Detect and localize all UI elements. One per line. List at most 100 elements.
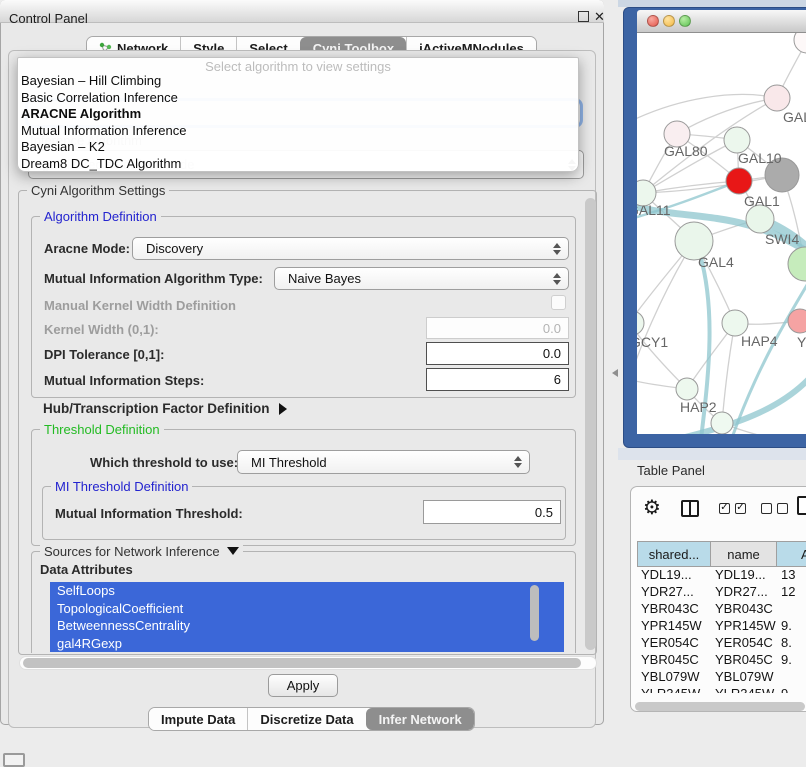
mi-steps-label: Mutual Information Steps: [44,373,204,388]
dropdown-item[interactable]: Bayesian – Hill Climbing [18,73,578,90]
table-cell: YBR045C [641,652,711,667]
network-edge[interactable] [637,241,694,393]
mi-steps-field[interactable]: 6 [426,368,569,391]
attribute-list-item[interactable]: gal4RGexp [50,635,564,653]
checked-checkbox-icon[interactable]: ✓ [735,503,746,514]
network-node-gal[interactable] [764,85,790,111]
column-header-partial[interactable]: A [776,541,806,567]
sources-toggle[interactable]: Sources for Network Inference [40,544,243,559]
network-node-label: HAP4 [741,333,778,349]
algorithm-definition-group: Algorithm Definition Aracne Mode: Discov… [31,216,576,398]
which-threshold-value: MI Threshold [238,455,512,470]
network-node-label: GAL80 [664,143,708,159]
dropdown-item[interactable]: Basic Correlation Inference [18,90,578,107]
table-row[interactable]: YBR045CYBR045C9. [631,652,806,669]
kernel-width-field[interactable]: 0.0 [426,317,569,339]
scrollbar-thumb[interactable] [23,658,581,668]
panel-gap-strip [618,448,806,460]
gear-icon[interactable]: ⚙ [643,495,661,520]
manual-kernel-width-checkbox[interactable] [551,295,566,310]
network-node-label: GAL [783,109,806,125]
table-panel-window: ⚙ ✓ ✓ shared... name A YDL19...YDL19...1… [630,486,806,712]
table-cell: 12 [781,584,806,599]
table-row[interactable]: YBR043CYBR043C [631,601,806,618]
table-horizontal-scrollbar[interactable] [635,702,805,711]
table-row[interactable]: YPR145WYPR145W9. [631,618,806,635]
minimize-traffic-light-icon[interactable] [663,15,675,27]
mi-algorithm-type-combo[interactable]: Naive Bayes [274,267,569,290]
network-canvas[interactable]: GALGAL80GAL10GAL1GAL11SWI4GAL4GCY1HAP4YH… [637,33,806,434]
table-cell: YBR043C [641,601,711,616]
network-node[interactable] [711,412,733,434]
data-attributes-label: Data Attributes [40,562,133,577]
settings-horizontal-scrollbar[interactable] [19,656,597,670]
bottom-tabstrip: Impute Data Discretize Data Infer Network [148,707,475,731]
combo-stepper-icon [551,273,562,285]
dropdown-item[interactable]: Mutual Information Inference [18,123,578,140]
dpi-tolerance-field[interactable]: 0.0 [426,342,569,365]
manual-kernel-width-label: Manual Kernel Width Definition [44,298,236,313]
table-row[interactable]: YDR27...YDR27...12 [631,584,806,601]
mi-algorithm-type-label: Mutual Information Algorithm Type: [44,271,263,286]
tab-label: Discretize Data [260,712,353,727]
document-icon[interactable] [797,496,806,515]
close-traffic-light-icon[interactable] [647,15,659,27]
network-node[interactable] [788,247,806,281]
network-node-swi4[interactable] [746,205,774,233]
splitter-arrow-icon[interactable] [612,369,618,377]
attribute-list-item[interactable]: BetweennessCentrality [50,617,564,635]
attribute-list-item[interactable]: SelfLoops [50,582,564,600]
checked-checkbox-icon[interactable]: ✓ [719,503,730,514]
mi-algorithm-type-value: Naive Bayes [275,271,551,286]
table-cell: 9. [781,618,806,633]
attribute-list-item[interactable]: TopologicalCoefficient [50,600,564,618]
network-node-label: GCY1 [637,334,668,350]
network-node-label: HAP2 [680,399,717,415]
zoom-traffic-light-icon[interactable] [679,15,691,27]
network-node-gcy1[interactable] [637,311,644,335]
column-header-name[interactable]: name [710,541,777,567]
table-row[interactable]: YBL079WYBL079W [631,669,806,686]
network-node-label: GAL4 [698,254,734,270]
tab-label: Infer Network [379,712,462,727]
network-node[interactable] [794,33,806,53]
table-row[interactable]: YLR345WYLR345W9. [631,686,806,693]
apply-button[interactable]: Apply [268,674,338,697]
mi-threshold-field[interactable]: 0.5 [423,500,561,524]
table-row[interactable]: YER054CYER054C8. [631,635,806,652]
dropdown-item[interactable]: Bayesian – K2 [18,139,578,156]
dropdown-item[interactable]: ARACNE Algorithm [18,106,578,123]
expand-arrow-icon [279,403,287,415]
table-cell: YER054C [715,635,777,650]
network-window-titlebar[interactable] [637,10,806,33]
tab-impute-data[interactable]: Impute Data [149,708,247,730]
threshold-definition-group: Threshold Definition Which threshold to … [31,429,576,546]
attribute-list-scrollbar[interactable] [530,585,539,641]
dropdown-item[interactable]: Dream8 DC_TDC Algorithm [18,156,578,173]
mi-threshold-definition-title: MI Threshold Definition [51,479,192,494]
hub-definition-toggle[interactable]: Hub/Transcription Factor Definition [43,401,287,416]
split-table-icon[interactable] [681,500,699,517]
network-node-hap2[interactable] [676,378,698,400]
float-window-icon[interactable] [578,11,589,22]
close-icon[interactable]: ✕ [594,9,605,25]
unchecked-checkbox-icon[interactable] [777,503,788,514]
network-node-label: GAL10 [738,150,782,166]
table-row[interactable]: YDL19...YDL19...13 [631,567,806,584]
table-cell: YER054C [641,635,711,650]
which-threshold-combo[interactable]: MI Threshold [237,450,530,474]
minimized-panel-icon[interactable] [3,753,25,767]
which-threshold-label: Which threshold to use: [90,455,238,470]
unchecked-checkbox-icon[interactable] [761,503,772,514]
data-attributes-list: SelfLoopsTopologicalCoefficientBetweenne… [50,582,564,652]
column-header-shared[interactable]: shared... [637,541,711,567]
network-node-gal1[interactable] [726,168,752,194]
table-cell: YPR145W [641,618,711,633]
settings-vertical-scrollbar[interactable] [585,198,596,650]
tab-infer-network[interactable]: Infer Network [366,708,474,730]
control-panel-titlebar [0,0,604,23]
network-node-label: SWI4 [765,231,799,247]
network-edge[interactable] [637,323,687,389]
aracne-mode-combo[interactable]: Discovery [132,237,569,260]
tab-discretize-data[interactable]: Discretize Data [247,708,365,730]
